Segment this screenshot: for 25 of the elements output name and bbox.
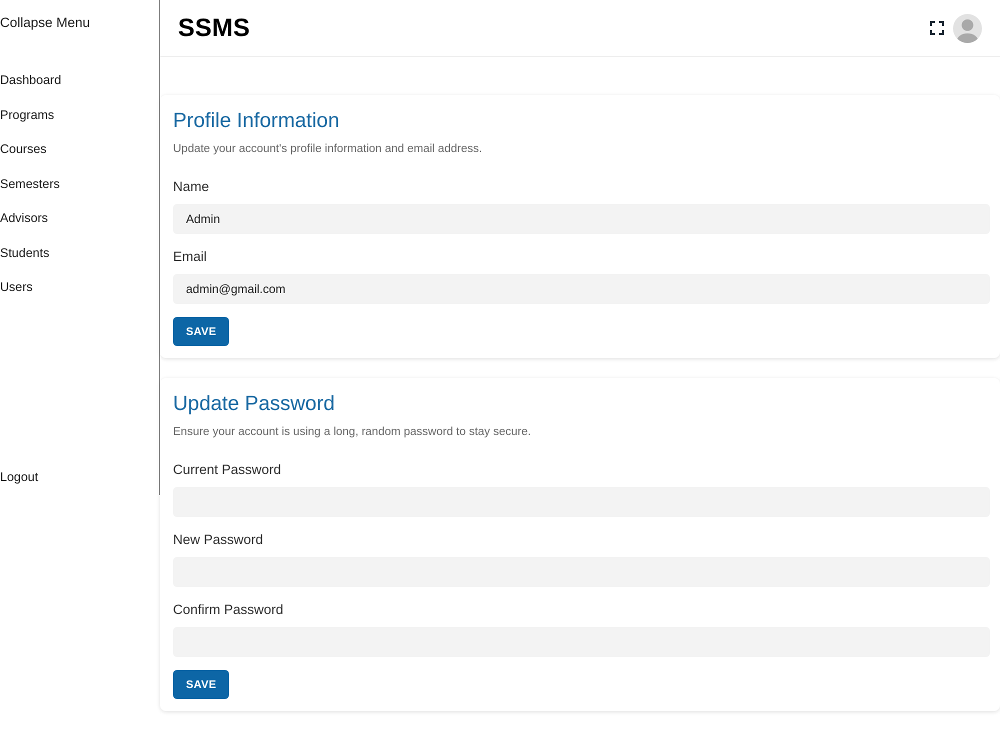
- field-label: New Password: [173, 531, 264, 549]
- avatar-icon[interactable]: [953, 14, 982, 42]
- sidebar-link[interactable]: Users: [0, 279, 33, 295]
- sidebar-link[interactable]: Students: [0, 244, 50, 260]
- field-label: Name: [173, 178, 210, 196]
- save-button[interactable]: SAVE: [173, 317, 230, 346]
- input-field[interactable]: Admin: [173, 204, 990, 234]
- sidebar-link[interactable]: Semesters: [0, 176, 60, 192]
- section-description: Update your account's profile information and email address.: [173, 142, 482, 157]
- fullscreen-icon[interactable]: [930, 21, 944, 35]
- sidebar-link[interactable]: Programs: [0, 106, 54, 122]
- sidebar-link[interactable]: Courses: [0, 141, 47, 157]
- save-button[interactable]: SAVE: [173, 670, 230, 699]
- field-label: Confirm Password: [173, 601, 284, 619]
- sidebar-link[interactable]: Dashboard: [0, 72, 62, 88]
- section-title: Profile Information: [173, 109, 340, 133]
- input-field[interactable]: admin@gmail.com: [173, 274, 990, 304]
- sidebar-link[interactable]: Advisors: [0, 210, 48, 226]
- collapse-menu-button[interactable]: Collapse Menu: [0, 15, 90, 31]
- section-description: Ensure your account is using a long, random password to stay secure.: [173, 425, 531, 440]
- section-title: Update Password: [173, 392, 335, 416]
- logout-link[interactable]: Logout: [0, 469, 38, 485]
- app-title: SSMS: [178, 14, 252, 42]
- field-label: Current Password: [173, 461, 282, 479]
- field-label: Email: [173, 248, 207, 266]
